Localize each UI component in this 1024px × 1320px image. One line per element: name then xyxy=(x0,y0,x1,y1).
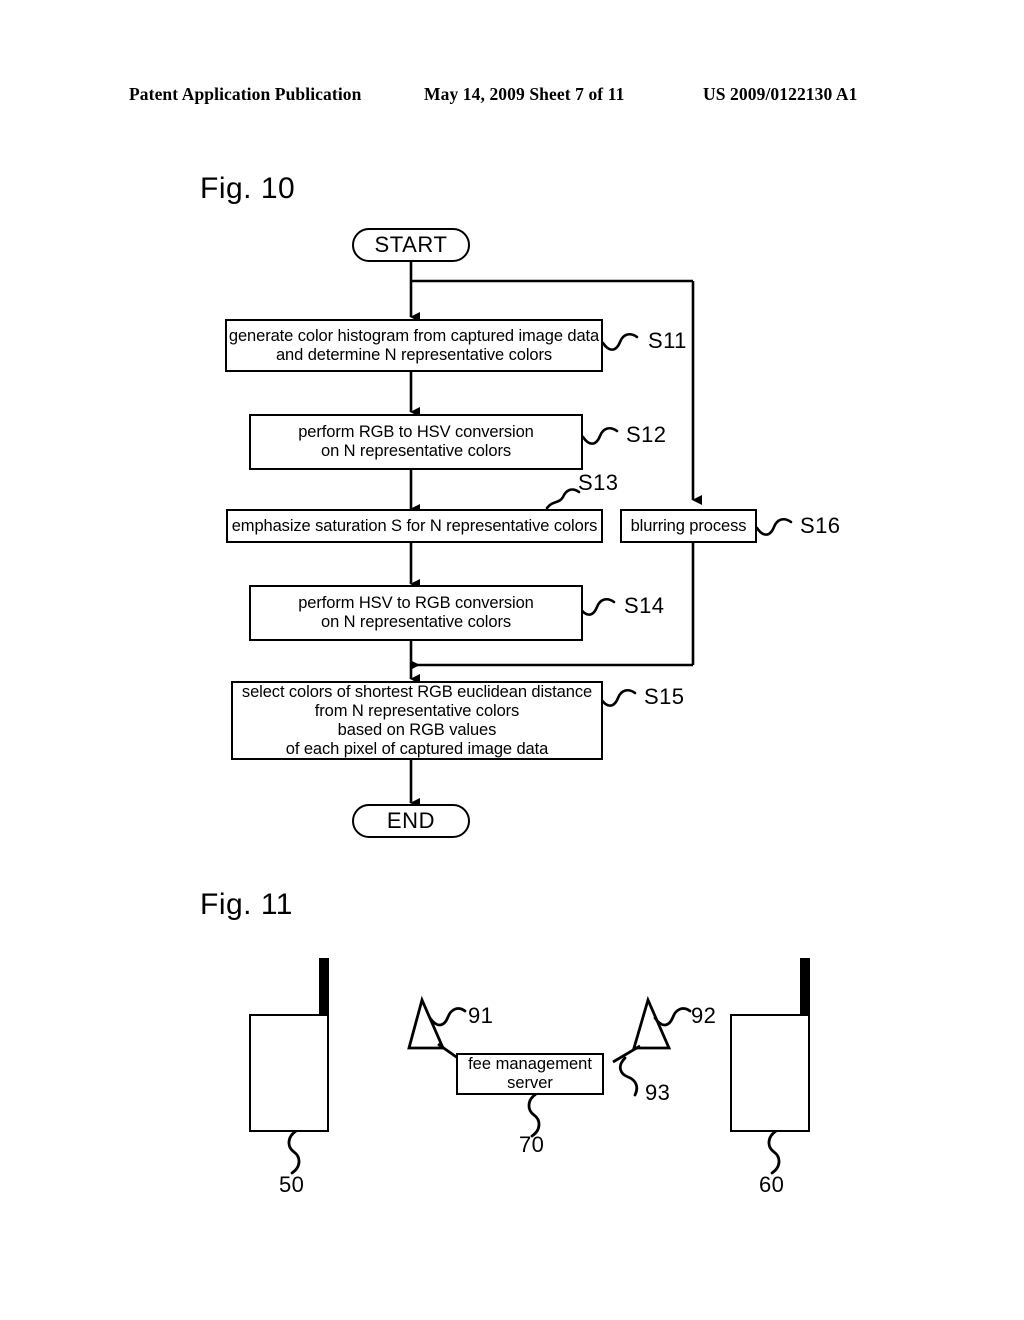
ref-label-antenna-right: 92 xyxy=(691,1003,717,1028)
flow-node-s12: perform RGB to HSV conversion on N repre… xyxy=(249,414,583,470)
flow-node-end: END xyxy=(352,804,470,838)
step-label-s14: S14 xyxy=(624,593,665,618)
flow-node-s16: blurring process xyxy=(620,509,757,543)
ref-label-server: 70 xyxy=(519,1132,545,1157)
ref-label-handset-right: 60 xyxy=(759,1172,785,1197)
handset-left-body xyxy=(249,1014,329,1132)
flow-node-s13: emphasize saturation S for N representat… xyxy=(226,509,603,543)
antenna-right-shape xyxy=(632,995,672,1050)
handset-left-antenna xyxy=(319,958,329,1016)
ref-label-link-right: 93 xyxy=(645,1080,671,1105)
step-label-s13: S13 xyxy=(578,470,619,495)
step-label-s15: S15 xyxy=(644,684,685,709)
figure-10-caption: Fig. 10 xyxy=(200,172,296,205)
header-publication-title: Patent Application Publication xyxy=(129,84,362,104)
page-header: Patent Application Publication May 14, 2… xyxy=(0,84,1024,108)
ref-label-handset-left: 50 xyxy=(279,1172,305,1197)
handset-right-body xyxy=(730,1014,810,1132)
antenna-left-shape xyxy=(407,995,446,1050)
ref-label-antenna-left: 91 xyxy=(468,1003,494,1028)
step-label-s16: S16 xyxy=(800,513,841,538)
header-date-sheet: May 14, 2009 Sheet 7 of 11 xyxy=(424,84,625,104)
fee-management-server-box: fee management server xyxy=(456,1053,604,1095)
figure-11-graphics xyxy=(287,995,781,1175)
flow-node-start: START xyxy=(352,228,470,262)
figure-11-caption: Fig. 11 xyxy=(200,888,293,921)
flow-node-s14: perform HSV to RGB conversion on N repre… xyxy=(249,585,583,641)
flow-node-s11: generate color histogram from captured i… xyxy=(225,319,603,372)
header-patent-number: US 2009/0122130 A1 xyxy=(703,84,858,104)
figure-10-connectors xyxy=(409,261,793,808)
step-label-s12: S12 xyxy=(626,422,667,447)
flow-node-s15: select colors of shortest RGB euclidean … xyxy=(231,681,603,760)
handset-right-antenna xyxy=(800,958,810,1016)
step-label-s11: S11 xyxy=(648,328,687,353)
